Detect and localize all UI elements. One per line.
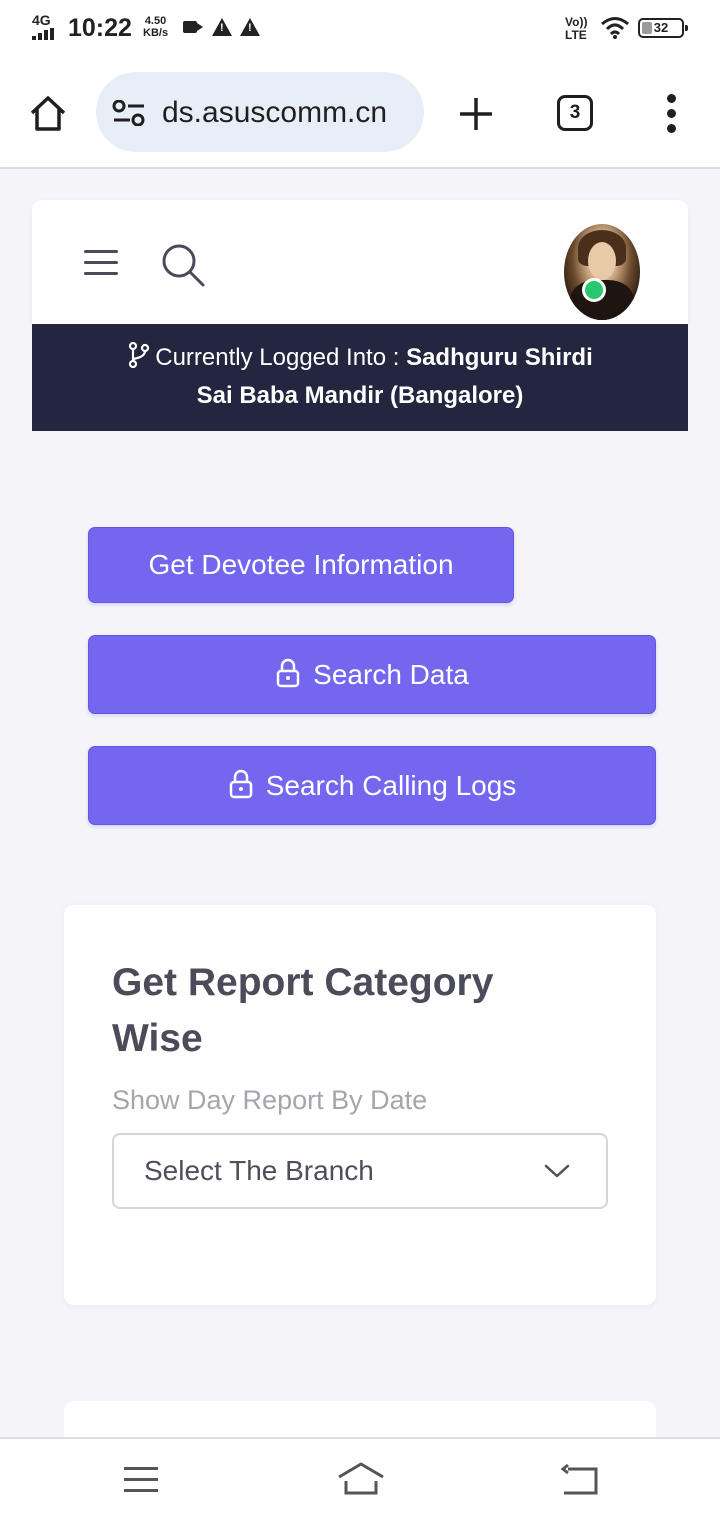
tabs-button[interactable]: 3 bbox=[557, 95, 593, 131]
login-banner: Currently Logged Into : Sadhguru Shirdi … bbox=[32, 324, 688, 431]
get-devotee-label: Get Devotee Information bbox=[148, 549, 454, 580]
signal-icon bbox=[32, 28, 54, 40]
report-subtitle: Show Day Report By Date bbox=[112, 1085, 428, 1115]
network-speed: 4.50 KB/s bbox=[143, 15, 168, 39]
branch-select-value: Select The Branch bbox=[144, 1155, 374, 1186]
chevron-down-icon bbox=[544, 1164, 570, 1178]
volte-bottom: LTE bbox=[565, 28, 587, 42]
lock-icon bbox=[276, 658, 300, 688]
speed-value: 4.50 bbox=[144, 15, 167, 27]
url-text: ds.asuscomm.cn bbox=[162, 96, 388, 129]
org-name-line1: Sadhguru Shirdi bbox=[406, 344, 593, 371]
clock: 10:22 bbox=[68, 14, 132, 42]
more-vert-icon[interactable] bbox=[664, 94, 680, 134]
speed-unit: KB/s bbox=[143, 27, 169, 39]
next-card bbox=[64, 1401, 656, 1441]
battery-level: 32 bbox=[653, 20, 669, 35]
search-calling-logs-button[interactable]: Search Calling Logs bbox=[88, 746, 656, 825]
wifi-icon bbox=[601, 17, 629, 39]
report-title: Get Report Category Wise bbox=[112, 961, 494, 1060]
get-devotee-information-button[interactable]: Get Devotee Information bbox=[88, 527, 514, 603]
browser-toolbar: ds.asuscomm.cn 3 bbox=[0, 58, 720, 169]
branch-select[interactable]: Select The Branch bbox=[112, 1133, 608, 1209]
login-prefix: Currently Logged Into : bbox=[155, 344, 407, 371]
status-bar: 4G 10:22 4.50 KB/s ! ! Vo)) LTE 32 bbox=[0, 0, 720, 58]
login-line-1: Currently Logged Into : Sadhguru Shirdi bbox=[32, 339, 688, 377]
report-card: Get Report Category Wise Show Day Report… bbox=[64, 905, 656, 1305]
search-data-button[interactable]: Search Data bbox=[88, 635, 656, 714]
back-icon[interactable] bbox=[560, 1463, 600, 1497]
volte-indicator: Vo)) LTE bbox=[565, 16, 587, 42]
system-nav-bar bbox=[0, 1437, 720, 1520]
online-status-dot bbox=[582, 278, 606, 302]
org-name-line2: Sai Baba Mandir (Bangalore) bbox=[196, 382, 524, 409]
login-line-2: Sai Baba Mandir (Bangalore) bbox=[32, 377, 688, 415]
recents-icon[interactable] bbox=[124, 1467, 158, 1493]
lock-icon bbox=[229, 769, 252, 799]
avatar[interactable] bbox=[564, 224, 640, 320]
search-data-label: Search Data bbox=[313, 659, 469, 690]
home-icon[interactable] bbox=[336, 1459, 386, 1499]
home-icon[interactable] bbox=[28, 93, 68, 133]
warning-icon: ! bbox=[240, 18, 260, 36]
site-settings-icon[interactable] bbox=[112, 100, 146, 126]
network-type: 4G bbox=[32, 12, 51, 28]
branch-icon bbox=[129, 342, 150, 368]
address-bar[interactable]: ds.asuscomm.cn bbox=[96, 72, 424, 152]
video-camera-icon bbox=[183, 21, 203, 33]
app-header bbox=[32, 200, 688, 324]
new-tab-icon[interactable] bbox=[456, 94, 496, 134]
menu-icon[interactable] bbox=[84, 248, 118, 276]
search-icon[interactable] bbox=[160, 242, 206, 288]
search-logs-label: Search Calling Logs bbox=[265, 770, 517, 801]
warning-icon: ! bbox=[212, 18, 232, 36]
battery-icon: 32 bbox=[638, 18, 688, 38]
